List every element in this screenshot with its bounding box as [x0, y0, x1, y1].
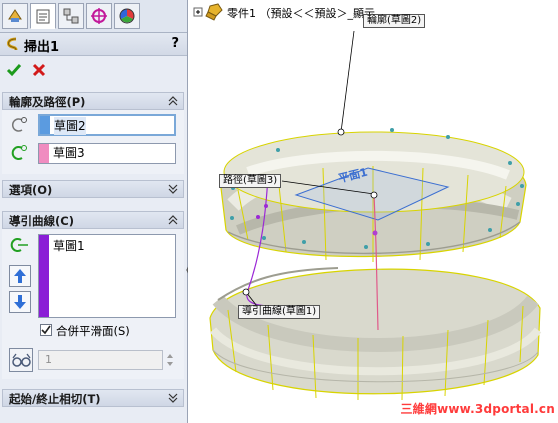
part-icon: [205, 3, 223, 21]
graphics-area[interactable]: 零件1 （預設＜＜預設＞_顯示 輪廓(草圖2) 路徑(草圖3) 導引曲線(草圖1…: [188, 0, 558, 423]
tree-expand-icon[interactable]: [193, 7, 203, 17]
check-mark-icon: [41, 325, 51, 335]
guide-color-swatch: [39, 235, 49, 317]
tree-part-label[interactable]: 零件1 （預設＜＜預設＞_顯示: [227, 5, 375, 21]
arrow-down-icon: [14, 295, 26, 309]
crosshair-icon: [91, 8, 107, 24]
section-profile-path-body: 草圖2 草圖3: [2, 110, 184, 174]
section-tangency-header[interactable]: 起始/終止相切(T): [2, 389, 184, 407]
section-options-header[interactable]: 選項(O): [2, 180, 184, 198]
section-tangency-label: 起始/終止相切(T): [9, 392, 101, 406]
ok-check-icon[interactable]: [6, 62, 22, 78]
guide-curve-icon: [10, 238, 28, 252]
callout-guide-curve[interactable]: 導引曲線(草圖1): [238, 305, 321, 319]
move-down-button[interactable]: [9, 291, 31, 313]
arrow-up-icon: [14, 269, 26, 283]
tab-dimxpert-manager[interactable]: [86, 3, 112, 29]
show-sections-button[interactable]: [9, 348, 33, 372]
section-guide-curves-body: 草圖1 合併平滑面(S) 1: [2, 229, 184, 379]
collapse-chevron-icon[interactable]: [168, 214, 178, 226]
feature-tree-icon: [8, 9, 22, 22]
merge-smooth-faces-checkbox[interactable]: [40, 324, 52, 336]
path-icon: [11, 145, 27, 160]
watermark-text: 三維網www.3dportal.cn: [400, 402, 555, 416]
profile-icon: [12, 117, 27, 132]
model-lower-body: [209, 267, 542, 401]
panel-tab-bar: [0, 0, 187, 33]
section-options-label: 選項(O): [9, 183, 53, 197]
tab-display-manager[interactable]: [114, 3, 140, 29]
model-viewport[interactable]: [188, 0, 558, 423]
spin-arrows-icon[interactable]: [164, 350, 176, 370]
glasses-icon: [12, 353, 31, 367]
tab-feature-manager[interactable]: [2, 3, 28, 29]
cancel-x-icon[interactable]: [31, 62, 47, 78]
feature-title: 掃出1: [24, 40, 60, 55]
section-profile-path-label: 輪廓及路徑(P): [9, 95, 86, 109]
feature-title-bar: 掃出1 ?: [0, 33, 187, 56]
help-button[interactable]: ?: [171, 36, 179, 51]
merge-smooth-faces-label: 合併平滑面(S): [56, 324, 130, 338]
profile-field[interactable]: 草圖2: [38, 114, 176, 136]
tab-property-manager[interactable]: [30, 3, 56, 29]
list-item[interactable]: 草圖1: [53, 237, 85, 254]
path-value: 草圖3: [53, 146, 85, 160]
tab-configuration-manager[interactable]: [58, 3, 84, 29]
sweep-icon: [6, 37, 18, 51]
property-manager-icon: [36, 9, 50, 24]
callout-path[interactable]: 路徑(草圖3): [219, 174, 282, 188]
move-up-button[interactable]: [9, 265, 31, 287]
path-field[interactable]: 草圖3: [38, 143, 176, 164]
section-spin-input[interactable]: 1: [38, 350, 163, 370]
collapse-chevron-icon[interactable]: [168, 95, 178, 107]
ok-cancel-row: [0, 57, 187, 85]
path-color-swatch: [39, 144, 49, 163]
profile-value: 草圖2: [54, 117, 86, 135]
expand-chevron-icon[interactable]: [168, 183, 178, 195]
configuration-icon: [63, 8, 79, 24]
callout-profile[interactable]: 輪廓(草圖2): [363, 14, 426, 28]
property-manager-panel: 掃出1 ? 輪廓及路徑(P) 草圖2 草圖3 選項(O) 導引曲線(C) 草圖1…: [0, 0, 188, 423]
section-profile-path-header[interactable]: 輪廓及路徑(P): [2, 92, 184, 110]
section-guide-curves-header[interactable]: 導引曲線(C): [2, 211, 184, 229]
guide-curves-list[interactable]: 草圖1: [38, 234, 176, 318]
expand-chevron-icon[interactable]: [168, 392, 178, 404]
section-spin-value: 1: [45, 353, 52, 366]
section-guide-curves-label: 導引曲線(C): [9, 214, 74, 228]
profile-color-swatch: [40, 116, 50, 134]
color-wheel-icon: [119, 8, 135, 24]
